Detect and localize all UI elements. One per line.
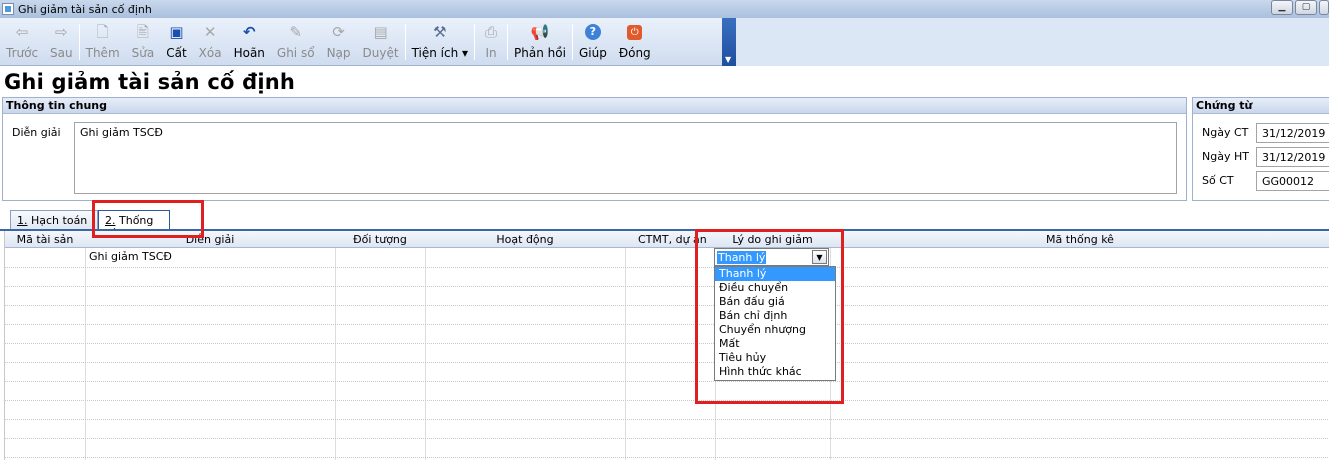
megaphone-icon: 📢 (530, 23, 550, 41)
page-title: Ghi giảm tài sản cố định (4, 70, 296, 94)
tab-hach-toan[interactable]: 1. Hạch toán (10, 210, 98, 230)
grid-row-line (5, 381, 1329, 382)
print-button[interactable]: ⎙ In (475, 18, 507, 66)
highlight-box (92, 200, 204, 238)
grid-row-line (5, 343, 1329, 344)
edit-button[interactable]: 🖹 Sửa (126, 18, 161, 66)
table-row-description[interactable]: Ghi giảm TSCĐ (89, 250, 172, 263)
grid-divider (425, 248, 426, 460)
grid-row-line (5, 400, 1329, 401)
window-title: Ghi giảm tài sản cố định (18, 2, 152, 16)
utilities-button[interactable]: ⚒ Tiện ích ▾ (406, 18, 474, 66)
voucher-number-field[interactable]: GG00012 (1256, 171, 1329, 191)
save-button[interactable]: ▣ Cất (160, 18, 192, 66)
load-button[interactable]: ⟳ Nạp (321, 18, 357, 66)
add-document-icon: 🗋 (96, 23, 109, 41)
arrow-left-icon: ⇦ (15, 23, 29, 41)
date-ct-field[interactable]: 31/12/2019 (1256, 123, 1329, 143)
grid-divider (85, 248, 86, 460)
toolbar-overflow-button[interactable]: ▼ (722, 18, 736, 66)
chevron-down-icon: ▼ (725, 55, 732, 64)
statistics-grid: Mã tài sản Diễn giải Đối tượng Hoạt động… (4, 231, 1329, 460)
column-header[interactable]: Mã thống kê (830, 231, 1329, 248)
edit-document-icon: 🖹 (136, 23, 149, 41)
voucher-header: Chứng từ (1193, 98, 1329, 114)
delete-icon: ✕ (203, 23, 217, 41)
previous-button[interactable]: ⇦ Trước (0, 18, 44, 66)
help-button[interactable]: ? Giúp (573, 18, 613, 66)
general-info-panel: Thông tin chung Diễn giải Ghi giảm TSCĐ (2, 97, 1187, 201)
highlight-box (695, 229, 844, 404)
power-icon: ⏻ (627, 24, 643, 40)
help-icon: ? (584, 24, 601, 40)
grid-divider (335, 248, 336, 460)
description-label: Diễn giải (12, 126, 61, 139)
print-icon: ⎙ (485, 23, 498, 41)
grid-row-line (5, 457, 1329, 458)
general-info-header: Thông tin chung (3, 98, 1186, 114)
date-ct-label: Ngày CT (1202, 126, 1249, 139)
minimize-icon[interactable]: ▁ (1271, 0, 1293, 15)
grid-row-line (5, 419, 1329, 420)
next-button[interactable]: ⇨ Sau (44, 18, 79, 66)
add-button[interactable]: 🗋 Thêm (80, 18, 126, 66)
app-icon (2, 3, 14, 15)
grid-row-line (5, 324, 1329, 325)
date-ht-label: Ngày HT (1202, 150, 1249, 163)
tools-icon: ⚒ (433, 23, 447, 41)
maximize-icon[interactable]: ▢ (1295, 0, 1317, 15)
arrow-right-icon: ⇨ (55, 23, 68, 41)
description-field[interactable]: Ghi giảm TSCĐ (74, 122, 1177, 194)
undo-button[interactable]: ↶ Hoãn (228, 18, 271, 66)
grid-row-line (5, 267, 1329, 268)
window-controls: ▁ ▢ (1271, 0, 1329, 15)
reload-icon: ⟳ (332, 23, 345, 41)
save-icon: ▣ (169, 23, 184, 41)
grid-divider (625, 248, 626, 460)
column-header[interactable]: Hoạt động (425, 231, 625, 248)
close-button[interactable]: ⏻ Đóng (613, 18, 657, 66)
pencil-icon: ✎ (289, 23, 303, 41)
approve-icon: ▤ (373, 23, 388, 41)
voucher-number-label: Số CT (1202, 174, 1234, 187)
grid-row-line (5, 305, 1329, 306)
delete-button[interactable]: ✕ Xóa (193, 18, 228, 66)
post-button[interactable]: ✎ Ghi sổ (271, 18, 321, 66)
date-ht-field[interactable]: 31/12/2019 (1256, 147, 1329, 167)
voucher-panel: Chứng từ Ngày CT 31/12/2019 Ngày HT 31/1… (1192, 97, 1329, 201)
toolbar: ⇦ Trước ⇨ Sau 🗋 Thêm 🖹 Sửa ▣ Cất ✕ Xóa ↶ Hoãn ✎… (0, 18, 736, 66)
toolbar-background (736, 18, 1329, 66)
grid-row-line (5, 362, 1329, 363)
grid-row-line (5, 286, 1329, 287)
window-title-bar: Ghi giảm tài sản cố định ▁ ▢ (0, 0, 1329, 18)
close-window-icon[interactable] (1319, 0, 1329, 15)
grid-row-line (5, 438, 1329, 439)
feedback-button[interactable]: 📢 Phản hồi (508, 18, 572, 66)
column-header[interactable]: Mã tài sản (5, 231, 85, 248)
approve-button[interactable]: ▤ Duyệt (357, 18, 405, 66)
column-header[interactable]: Đối tượng (335, 231, 425, 248)
undo-icon: ↶ (242, 23, 256, 41)
